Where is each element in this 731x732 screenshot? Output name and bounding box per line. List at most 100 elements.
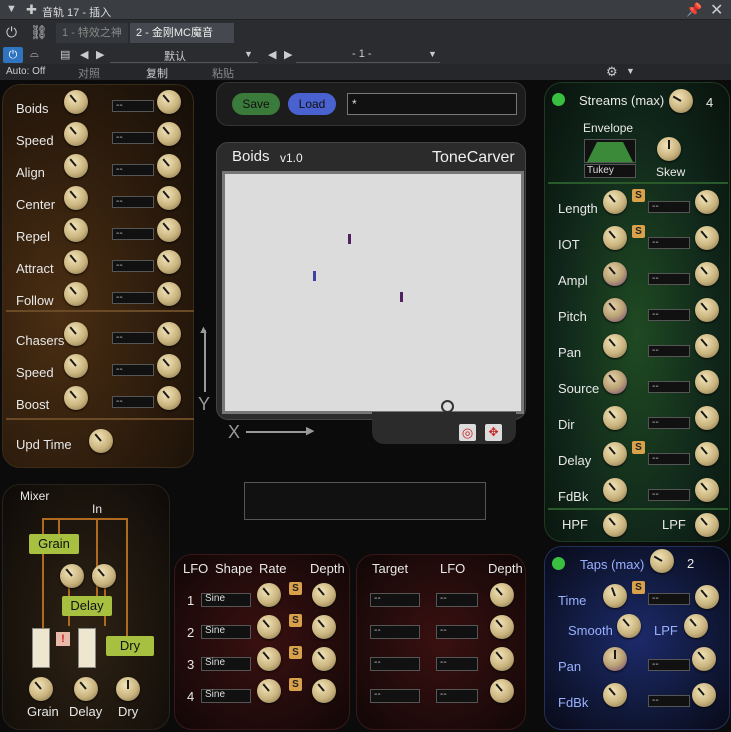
target-lfo-select[interactable]: -- bbox=[436, 689, 478, 703]
taps-count-knob[interactable] bbox=[650, 549, 674, 573]
auto-status[interactable]: Auto: Off bbox=[6, 66, 45, 77]
delay-level-knob[interactable] bbox=[74, 677, 98, 701]
stream-param-value[interactable]: -- bbox=[648, 309, 690, 321]
target-depth-knob[interactable] bbox=[490, 615, 514, 639]
stream-param-mod-knob[interactable] bbox=[695, 478, 719, 502]
preset-file-icon[interactable]: ▤ bbox=[60, 48, 70, 61]
grain-node[interactable]: Grain bbox=[29, 534, 79, 554]
link-icon[interactable]: ⌓ bbox=[30, 48, 39, 61]
stream-param-knob[interactable] bbox=[603, 442, 627, 466]
boid-param-mod-knob[interactable] bbox=[157, 282, 181, 306]
stream-param-mod-knob[interactable] bbox=[695, 226, 719, 250]
stream-param-knob[interactable] bbox=[603, 478, 627, 502]
hpf-knob[interactable] bbox=[603, 513, 627, 537]
stream-param-mod-knob[interactable] bbox=[695, 406, 719, 430]
delay-feedback-knob[interactable] bbox=[92, 564, 116, 588]
chaser-param-value[interactable]: -- bbox=[112, 332, 154, 344]
lfo-shape-select[interactable]: Sine bbox=[201, 625, 251, 639]
boid-param-value[interactable]: -- bbox=[112, 196, 154, 208]
sync-button[interactable]: S bbox=[632, 441, 645, 454]
preset-select[interactable]: 默认 ▼ bbox=[110, 47, 258, 63]
boid-param-knob[interactable] bbox=[64, 154, 88, 178]
compare-button[interactable]: 对照 bbox=[78, 65, 100, 81]
chaser-param-mod-knob[interactable] bbox=[157, 386, 181, 410]
lfo-sync-button[interactable]: S bbox=[289, 646, 302, 659]
sync-button[interactable]: S bbox=[632, 225, 645, 238]
skew-knob[interactable] bbox=[657, 137, 681, 161]
grain-to-delay-knob[interactable] bbox=[60, 564, 84, 588]
stream-param-value[interactable]: -- bbox=[648, 381, 690, 393]
expand-icon[interactable]: ✥ bbox=[485, 424, 502, 441]
target-lfo-select[interactable]: -- bbox=[436, 657, 478, 671]
stream-param-value[interactable]: -- bbox=[648, 417, 690, 429]
boid-param-value[interactable]: -- bbox=[112, 260, 154, 272]
chaser-param-knob[interactable] bbox=[64, 386, 88, 410]
streams-count-knob[interactable] bbox=[669, 89, 693, 113]
stream-param-mod-knob[interactable] bbox=[695, 190, 719, 214]
streams-led[interactable] bbox=[552, 93, 565, 106]
taps-time-knob[interactable] bbox=[603, 584, 627, 608]
dry-node[interactable]: Dry bbox=[106, 636, 154, 656]
taps-lpf-knob[interactable] bbox=[684, 614, 708, 638]
stream-param-knob[interactable] bbox=[603, 334, 627, 358]
boid-param-mod-knob[interactable] bbox=[157, 154, 181, 178]
delay-node[interactable]: Delay bbox=[62, 596, 112, 616]
stream-param-mod-knob[interactable] bbox=[695, 442, 719, 466]
chaser-param-mod-knob[interactable] bbox=[157, 322, 181, 346]
lfo-sync-button[interactable]: S bbox=[289, 614, 302, 627]
menu-arrow-icon[interactable]: ▼ bbox=[6, 3, 17, 15]
boid-param-knob[interactable] bbox=[64, 90, 88, 114]
lfo-depth-knob[interactable] bbox=[312, 679, 336, 703]
taps-led[interactable] bbox=[552, 557, 565, 570]
stream-param-value[interactable]: -- bbox=[648, 273, 690, 285]
upd-time-knob[interactable] bbox=[89, 429, 113, 453]
stream-param-knob[interactable] bbox=[603, 262, 627, 286]
lfo-depth-knob[interactable] bbox=[312, 583, 336, 607]
boid-param-value[interactable]: -- bbox=[112, 228, 154, 240]
taps-fdbk-mod-knob[interactable] bbox=[692, 683, 716, 707]
dropdown-icon[interactable]: ▼ bbox=[626, 66, 635, 76]
target-depth-knob[interactable] bbox=[490, 647, 514, 671]
target-select[interactable]: -- bbox=[370, 657, 420, 671]
boid-param-mod-knob[interactable] bbox=[157, 250, 181, 274]
lpf-knob[interactable] bbox=[695, 513, 719, 537]
power-icon[interactable]: ⏻ bbox=[6, 24, 17, 41]
boid-param-knob[interactable] bbox=[64, 282, 88, 306]
chaser-param-value[interactable]: -- bbox=[112, 396, 154, 408]
grain-level-knob[interactable] bbox=[29, 677, 53, 701]
taps-time-sync-button[interactable]: S bbox=[632, 581, 645, 594]
stream-param-knob[interactable] bbox=[603, 406, 627, 430]
target-depth-knob[interactable] bbox=[490, 583, 514, 607]
power-button[interactable]: ⏻ bbox=[3, 47, 23, 63]
delay-fader[interactable] bbox=[78, 628, 96, 668]
target-select[interactable]: -- bbox=[370, 625, 420, 639]
chaser-param-value[interactable]: -- bbox=[112, 364, 154, 376]
lfo-shape-select[interactable]: Sine bbox=[201, 657, 251, 671]
taps-smooth-knob[interactable] bbox=[617, 614, 641, 638]
copy-button[interactable]: 复制 bbox=[146, 65, 168, 81]
target-icon[interactable]: ◎ bbox=[459, 424, 476, 441]
boid-param-mod-knob[interactable] bbox=[157, 90, 181, 114]
boid-param-value[interactable]: -- bbox=[112, 100, 154, 112]
page-select[interactable]: - 1 - ▼ bbox=[296, 47, 440, 63]
envelope-display[interactable] bbox=[584, 139, 636, 163]
target-depth-knob[interactable] bbox=[490, 679, 514, 703]
taps-time-value[interactable]: -- bbox=[648, 593, 690, 605]
boid-param-knob[interactable] bbox=[64, 122, 88, 146]
target-lfo-select[interactable]: -- bbox=[436, 625, 478, 639]
chaser-param-knob[interactable] bbox=[64, 354, 88, 378]
load-button[interactable]: Load bbox=[288, 93, 336, 115]
stream-param-knob[interactable] bbox=[603, 190, 627, 214]
taps-fdbk-value[interactable]: -- bbox=[648, 695, 690, 707]
boid-param-knob[interactable] bbox=[64, 218, 88, 242]
target-select[interactable]: -- bbox=[370, 689, 420, 703]
lfo-rate-knob[interactable] bbox=[257, 679, 281, 703]
paste-button[interactable]: 粘贴 bbox=[212, 65, 234, 81]
tab-plugin-2[interactable]: 2 - 金刚MC魔音 bbox=[130, 23, 234, 43]
lfo-rate-knob[interactable] bbox=[257, 647, 281, 671]
pin-icon[interactable]: 📌 bbox=[686, 2, 702, 18]
stream-param-mod-knob[interactable] bbox=[695, 298, 719, 322]
target-select[interactable]: -- bbox=[370, 593, 420, 607]
stream-param-mod-knob[interactable] bbox=[695, 370, 719, 394]
taps-fdbk-knob[interactable] bbox=[603, 683, 627, 707]
